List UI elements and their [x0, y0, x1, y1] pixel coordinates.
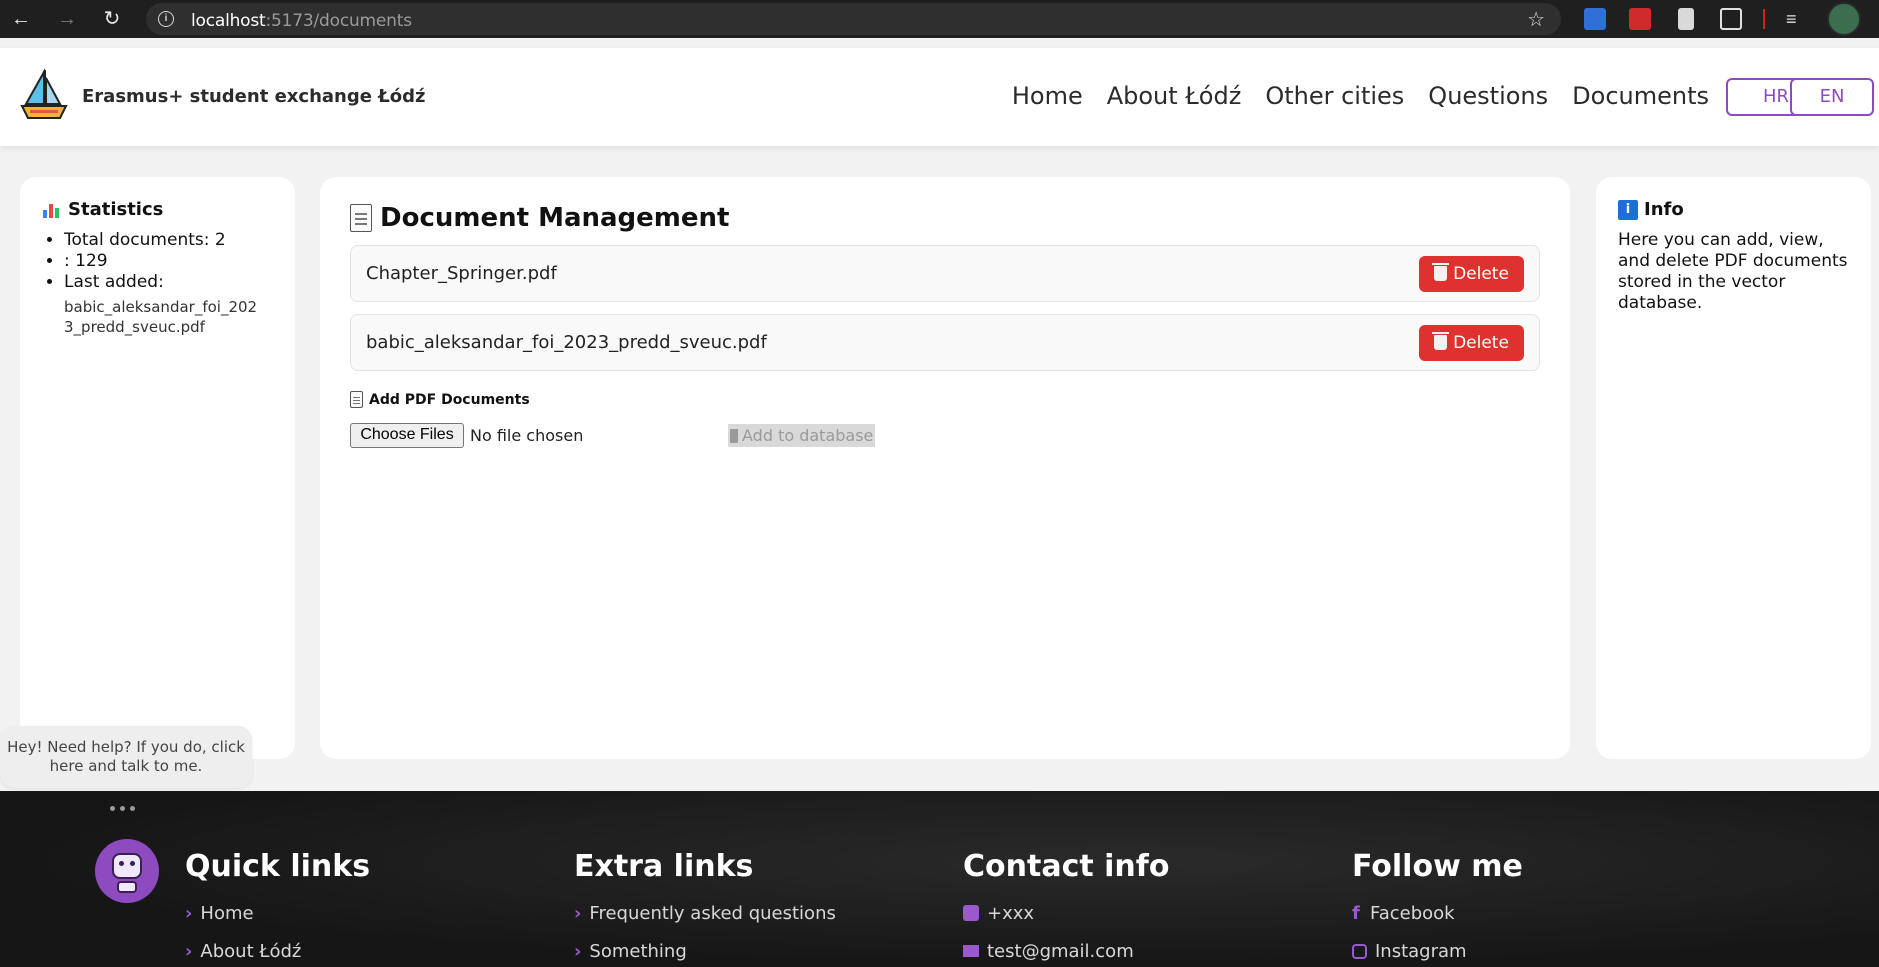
- last-added-label: Last added:: [64, 272, 164, 292]
- bookmark-star-icon[interactable]: ☆: [1527, 7, 1545, 32]
- brand-title[interactable]: Erasmus+ student exchange Łódź: [82, 86, 426, 107]
- file-upload-row: Choose Files No file chosen Add to datab…: [350, 422, 1540, 448]
- statistics-panel: Statistics Total documents: 2 : 129 Last…: [20, 177, 295, 759]
- upload-icon: [730, 428, 738, 443]
- add-pdf-heading: Add PDF Documents: [350, 391, 1540, 408]
- footer-facebook-link[interactable]: f Facebook: [1352, 902, 1523, 924]
- info-icon: i: [1618, 199, 1638, 220]
- browser-toolbar: ← → ↻ i localhost:5173/documents ☆ ≡: [0, 0, 1879, 38]
- footer-quick-links: Quick links › Home › About Łódź: [185, 849, 370, 967]
- delete-button[interactable]: Delete: [1419, 324, 1524, 361]
- back-icon[interactable]: ←: [10, 8, 32, 30]
- add-pdf-title: Add PDF Documents: [369, 391, 530, 408]
- footer-link-label: Something: [589, 940, 687, 962]
- quick-links-title: Quick links: [185, 849, 371, 884]
- media-queue-icon[interactable]: ≡: [1786, 8, 1808, 30]
- chunk-count: : 129: [64, 251, 273, 272]
- site-info-icon[interactable]: i: [158, 11, 174, 27]
- chevron-right-icon: ›: [574, 902, 582, 924]
- add-to-database-button[interactable]: Add to database: [728, 424, 876, 447]
- footer-link-label: Frequently asked questions: [589, 902, 836, 924]
- extra-links-title: Extra links: [574, 849, 754, 884]
- nav-other-cities[interactable]: Other cities: [1265, 82, 1404, 110]
- chatbot-prompt-bubble[interactable]: Hey! Need help? If you do, click here an…: [0, 726, 252, 788]
- delete-button[interactable]: Delete: [1419, 255, 1524, 292]
- chevron-right-icon: ›: [185, 902, 193, 924]
- typing-indicator: [110, 806, 135, 811]
- toolbar-divider: [1763, 9, 1765, 29]
- footer-extra-links: Extra links › Frequently asked questions …: [574, 849, 836, 967]
- info-heading: i Info: [1618, 199, 1849, 220]
- envelope-icon: [963, 945, 979, 957]
- footer-link-label: About Łódź: [200, 940, 302, 962]
- file-status: No file chosen: [470, 425, 584, 445]
- delete-label: Delete: [1453, 332, 1509, 353]
- nav-about-lodz[interactable]: About Łódź: [1107, 82, 1242, 110]
- page-title-text: Document Management: [380, 203, 730, 233]
- forward-icon[interactable]: →: [56, 8, 78, 30]
- statistics-title: Statistics: [68, 199, 164, 220]
- delete-label: Delete: [1453, 263, 1509, 284]
- nav-home[interactable]: Home: [1012, 82, 1083, 110]
- choose-files-button[interactable]: Choose Files: [350, 422, 464, 448]
- phone-text: +xxx: [987, 902, 1035, 924]
- info-panel: i Info Here you can add, view, and delet…: [1596, 177, 1871, 759]
- bar-chart-icon: [42, 200, 62, 220]
- lang-en-button[interactable]: EN: [1790, 78, 1874, 116]
- footer-email[interactable]: test@gmail.com: [963, 940, 1169, 962]
- footer-follow-me: Follow me f Facebook Instagram: [1352, 849, 1523, 967]
- nav-documents[interactable]: Documents: [1572, 82, 1709, 110]
- footer-contact-info: Contact info +xxx test@gmail.com: [963, 849, 1169, 967]
- site-header: Erasmus+ student exchange Łódź Home Abou…: [0, 48, 1879, 146]
- page-title: Document Management: [350, 203, 1540, 233]
- footer-link-home[interactable]: › Home: [185, 902, 370, 924]
- footer-instagram-link[interactable]: Instagram: [1352, 940, 1523, 962]
- contact-info-title: Contact info: [963, 849, 1170, 884]
- statistics-list: Total documents: 2 : 129 Last added: bab…: [42, 230, 273, 337]
- follow-me-title: Follow me: [1352, 849, 1523, 884]
- email-text: test@gmail.com: [987, 940, 1134, 962]
- footer-link-about-lodz[interactable]: › About Łódź: [185, 940, 370, 962]
- document-management-panel: Document Management Chapter_Springer.pdf…: [320, 177, 1570, 759]
- facebook-label: Facebook: [1370, 902, 1455, 924]
- document-icon: [350, 204, 372, 232]
- reload-icon[interactable]: ↻: [101, 8, 123, 30]
- profile-avatar[interactable]: [1827, 2, 1861, 36]
- url-text[interactable]: localhost:5173/documents: [191, 11, 412, 31]
- trash-icon: [1432, 332, 1450, 350]
- chatbot-robot-icon[interactable]: [95, 839, 159, 903]
- statistics-heading: Statistics: [42, 199, 273, 220]
- total-documents: Total documents: 2: [64, 230, 273, 251]
- instagram-label: Instagram: [1375, 940, 1467, 962]
- trash-icon: [1432, 263, 1450, 281]
- facebook-icon: f: [1352, 902, 1360, 924]
- footer-link-something[interactable]: › Something: [574, 940, 836, 962]
- instagram-icon: [1352, 943, 1367, 959]
- info-text: Here you can add, view, and delete PDF d…: [1618, 230, 1848, 313]
- document-row: babic_aleksandar_foi_2023_predd_sveuc.pd…: [350, 314, 1540, 371]
- document-row: Chapter_Springer.pdf Delete: [350, 245, 1540, 302]
- extension-red-icon[interactable]: [1629, 8, 1651, 30]
- add-to-database-label: Add to database: [742, 426, 874, 445]
- translate-extension-icon[interactable]: [1584, 8, 1606, 30]
- address-bar[interactable]: i localhost:5173/documents ☆: [146, 3, 1561, 35]
- chevron-right-icon: ›: [574, 940, 582, 962]
- document-name: Chapter_Springer.pdf: [366, 263, 557, 284]
- last-added: Last added: babic_aleksandar_foi_2023_pr…: [64, 272, 273, 337]
- footer-link-label: Home: [200, 902, 254, 924]
- nav-questions[interactable]: Questions: [1428, 82, 1548, 110]
- extensions-puzzle-icon[interactable]: [1720, 8, 1742, 30]
- footer-phone[interactable]: +xxx: [963, 902, 1169, 924]
- phone-icon: [963, 905, 979, 921]
- chevron-right-icon: ›: [185, 940, 193, 962]
- site-footer: Quick links › Home › About Łódź Extra link…: [0, 791, 1879, 967]
- footer-link-faq[interactable]: › Frequently asked questions: [574, 902, 836, 924]
- document-icon: [350, 391, 363, 408]
- info-title: Info: [1644, 199, 1684, 220]
- main-nav: Home About Łódź Other cities Questions D…: [1012, 82, 1709, 110]
- document-name: babic_aleksandar_foi_2023_predd_sveuc.pd…: [366, 332, 767, 353]
- document-extension-icon[interactable]: [1678, 8, 1694, 30]
- sailboat-logo-icon[interactable]: [18, 68, 70, 122]
- last-added-filename: babic_aleksandar_foi_2023_predd_sveuc.pd…: [64, 298, 258, 336]
